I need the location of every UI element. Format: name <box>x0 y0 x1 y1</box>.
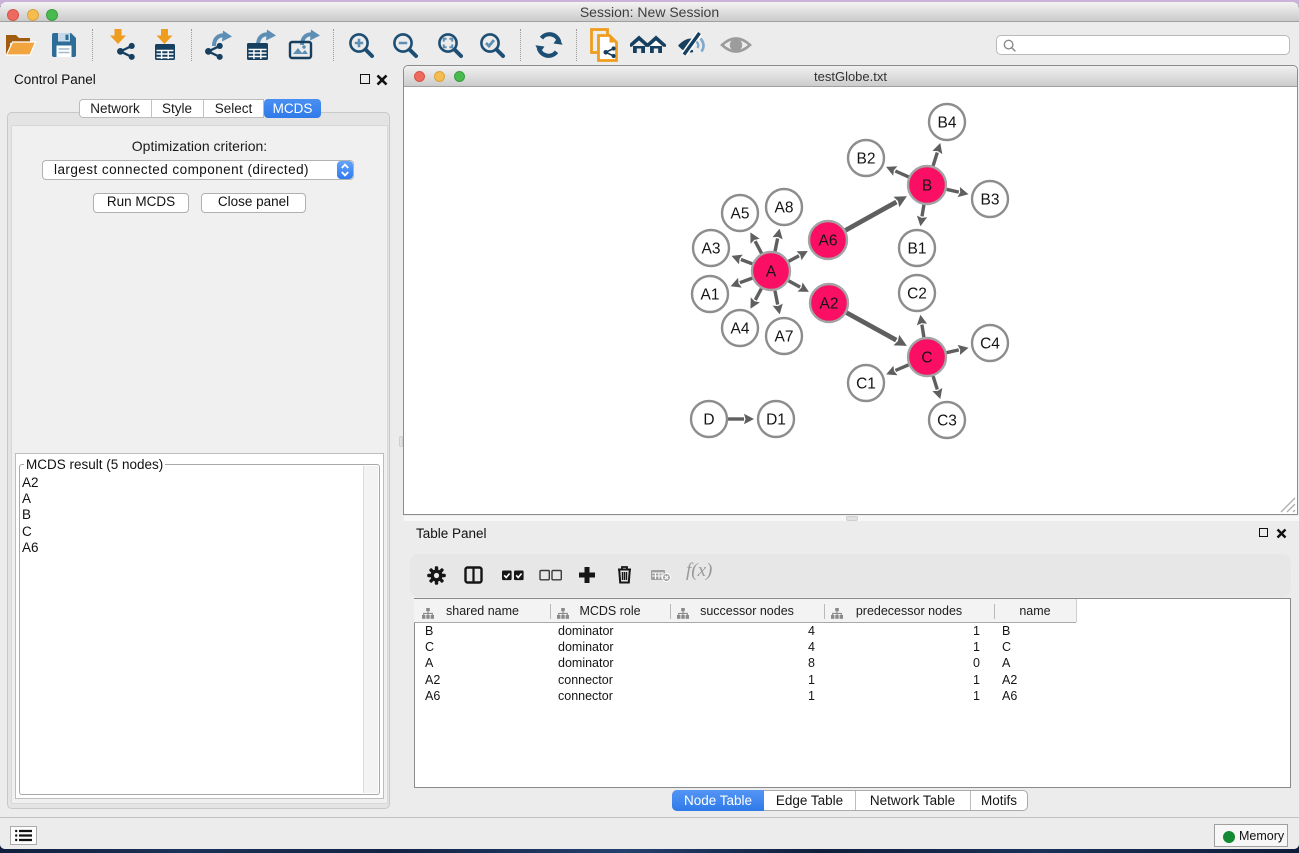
svg-text:C: C <box>921 350 932 367</box>
svg-text:C1: C1 <box>856 376 876 393</box>
svg-text:C2: C2 <box>907 286 927 303</box>
svg-text:B3: B3 <box>981 192 1000 209</box>
svg-text:A1: A1 <box>701 287 720 304</box>
svg-text:C4: C4 <box>980 336 1000 353</box>
svg-text:B4: B4 <box>938 115 957 132</box>
svg-text:A3: A3 <box>702 241 721 258</box>
svg-text:B1: B1 <box>908 241 927 258</box>
svg-text:A7: A7 <box>775 329 794 346</box>
svg-text:A: A <box>766 264 777 281</box>
svg-text:B: B <box>922 178 932 195</box>
svg-text:A5: A5 <box>731 206 750 223</box>
svg-text:A6: A6 <box>819 233 838 250</box>
svg-text:B2: B2 <box>857 151 876 168</box>
svg-text:D: D <box>703 412 714 429</box>
svg-text:A8: A8 <box>775 200 794 217</box>
svg-text:A2: A2 <box>820 296 839 313</box>
svg-text:C3: C3 <box>937 413 957 430</box>
svg-text:A4: A4 <box>731 321 750 338</box>
svg-text:D1: D1 <box>766 412 786 429</box>
